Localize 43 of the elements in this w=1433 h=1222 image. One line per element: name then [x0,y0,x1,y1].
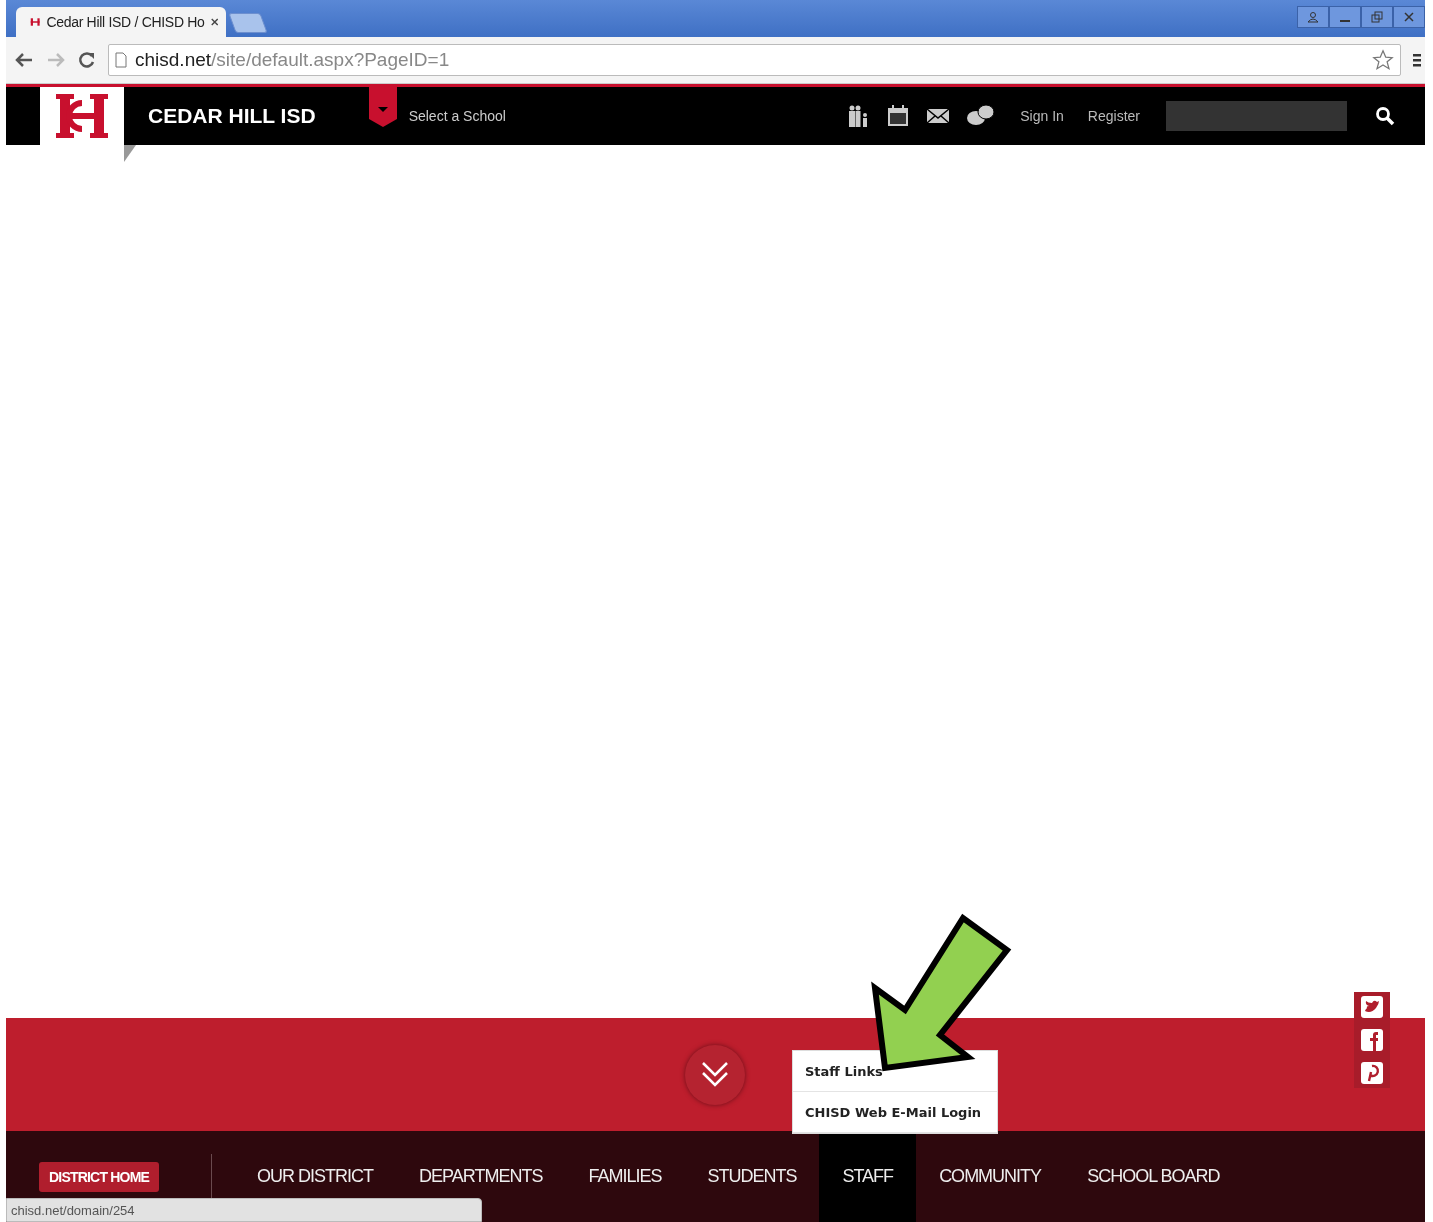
letter-p-icon[interactable] [1361,1062,1383,1084]
close-button[interactable] [1393,6,1425,28]
back-icon[interactable] [14,52,34,68]
menu-item[interactable]: CHISD Web E-Mail Login [793,1092,997,1133]
nav-tab[interactable]: STAFF [819,1131,917,1222]
ribbon-fold [124,145,136,162]
translate-icon[interactable] [966,104,997,128]
url-text: chisd.net/site/default.aspx?PageID=1 [135,49,451,71]
minimize-icon [1340,20,1350,22]
dropdown-icon[interactable] [368,87,397,127]
status-url: chisd.net/domain/254 [11,1202,135,1218]
close-icon [1403,11,1415,23]
tab-title: Cedar Hill ISD / CHISD Ho [46,14,205,30]
nav-tab[interactable]: STUDENTS [684,1131,820,1222]
header-link[interactable]: Sign In [1020,108,1064,124]
user-button[interactable] [1297,6,1329,28]
search-field[interactable] [1166,101,1347,131]
school-selector[interactable]: Select a School [408,108,506,124]
scroll-down-button[interactable] [685,1044,745,1105]
nav-tab[interactable]: FAMILIES [565,1131,685,1222]
letter-f-icon[interactable] [1361,1029,1383,1051]
calendar-icon[interactable] [886,104,911,128]
close-icon[interactable] [210,17,218,27]
district-home-button[interactable]: DISTRICT HOME [39,1161,160,1192]
minimize-button[interactable] [1329,6,1361,28]
logo-icon [30,16,41,28]
browser-tab[interactable]: Cedar Hill ISD / CHISD Ho [16,7,226,37]
menu-icon[interactable] [1413,52,1421,68]
mail-icon[interactable] [926,107,951,125]
search-icon[interactable] [1375,106,1395,126]
bird-icon[interactable] [1361,996,1383,1018]
nav-tab[interactable]: COMMUNITY [916,1131,1065,1222]
site-name[interactable]: CEDAR HILL ISD [148,104,316,128]
address-bar[interactable]: chisd.net/site/default.aspx?PageID=1 [108,44,1401,76]
header-link[interactable]: Register [1087,108,1140,124]
reload-icon[interactable] [78,51,96,69]
restore-button[interactable] [1361,6,1393,28]
restore-icon [1371,11,1383,23]
person-icon [1307,11,1319,23]
nav-tab[interactable]: SCHOOL BOARD [1064,1131,1243,1222]
page-icon [115,52,127,68]
new-tab-button[interactable] [228,13,268,33]
star-icon[interactable] [1372,49,1394,71]
